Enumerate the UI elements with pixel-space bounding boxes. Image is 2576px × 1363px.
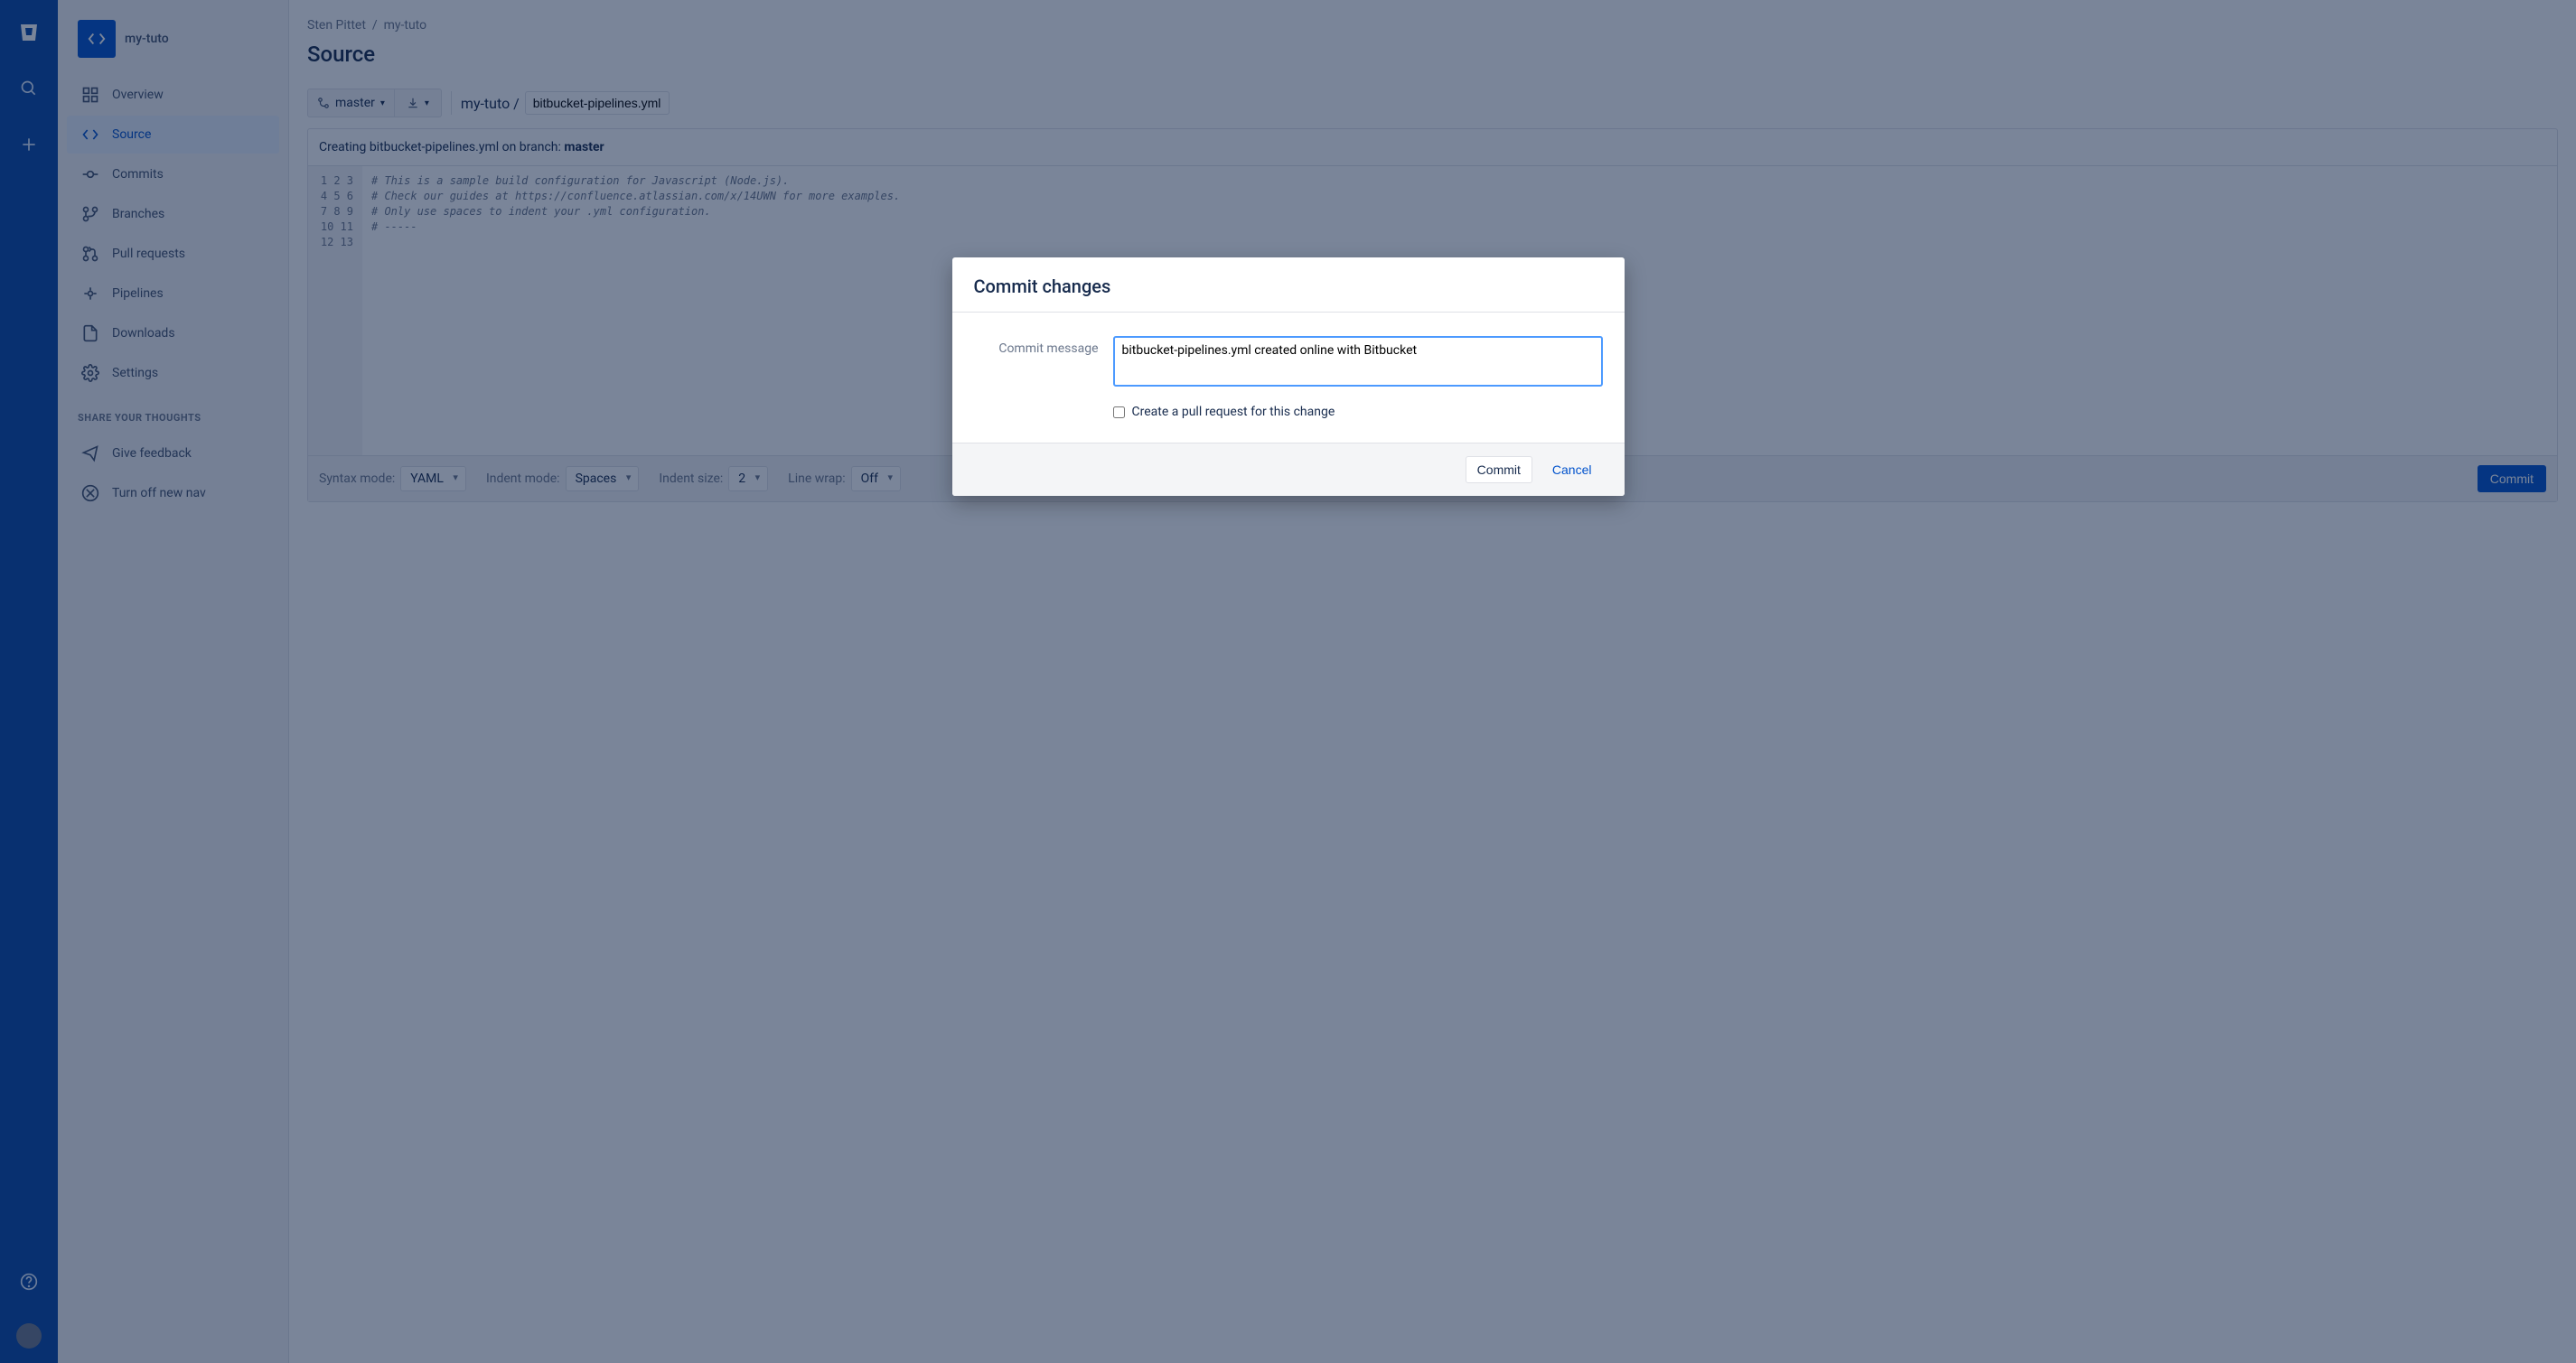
- commit-message-input[interactable]: [1113, 336, 1603, 387]
- commit-message-label: Commit message: [974, 336, 1099, 356]
- create-pr-label[interactable]: Create a pull request for this change: [1132, 405, 1335, 419]
- modal-overlay: Commit changes Commit message Create a p…: [0, 0, 2576, 1363]
- modal-title: Commit changes: [974, 275, 1603, 297]
- modal-commit-button[interactable]: Commit: [1466, 456, 1532, 483]
- create-pr-checkbox[interactable]: [1113, 406, 1125, 418]
- modal-cancel-button[interactable]: Cancel: [1541, 456, 1603, 483]
- commit-modal: Commit changes Commit message Create a p…: [952, 257, 1625, 496]
